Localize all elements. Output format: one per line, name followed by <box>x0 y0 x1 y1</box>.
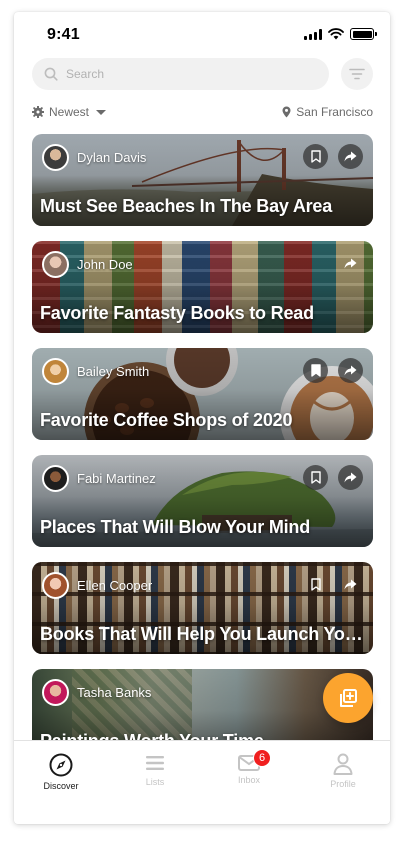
tab-label: Inbox <box>237 775 261 785</box>
list-icon <box>146 756 164 770</box>
share-button[interactable] <box>338 144 363 169</box>
tab-inbox[interactable]: 6 Inbox <box>202 741 296 824</box>
location-label: San Francisco <box>296 105 373 119</box>
add-note-icon <box>340 689 357 707</box>
bottom-nav: Discover Lists 6 Inbox Profile <box>14 740 390 824</box>
share-arrow-icon <box>344 258 357 269</box>
card-actions <box>338 251 363 276</box>
card-author[interactable]: Dylan Davis <box>42 144 146 171</box>
filter-button[interactable] <box>341 58 373 90</box>
phone-screen: 9:41 Search Newest San Francisco Dylan D… <box>14 12 390 824</box>
card-author[interactable]: Ellen Cooper <box>42 572 152 599</box>
share-button[interactable] <box>338 465 363 490</box>
avatar <box>42 144 69 171</box>
card-title: Must See Beaches In The Bay Area <box>40 196 333 216</box>
author-name: Ellen Cooper <box>77 578 153 593</box>
bookmark-button[interactable] <box>303 572 328 597</box>
sort-label: Newest <box>49 105 90 119</box>
share-arrow-icon <box>344 151 357 162</box>
author-name: John Doe <box>77 257 133 272</box>
author-name: Dylan Davis <box>77 150 147 165</box>
search-input[interactable] <box>66 67 306 81</box>
sort-row: Newest San Francisco <box>32 103 373 121</box>
share-arrow-icon <box>344 472 357 483</box>
status-bar: 9:41 <box>14 12 390 56</box>
location-selector[interactable]: San Francisco <box>282 105 373 119</box>
list-card[interactable]: Bailey Smith Favorite Coffee Shops of 20… <box>32 348 373 440</box>
card-author[interactable]: Fabi Martinez <box>42 465 156 492</box>
share-arrow-icon <box>344 365 357 376</box>
list-card[interactable]: Tasha Banks Paintings Worth Your Time <box>32 669 373 740</box>
tab-label: Discover <box>43 781 79 791</box>
tab-discover[interactable]: Discover <box>14 741 108 824</box>
bookmark-icon <box>310 471 321 484</box>
notification-badge: 6 <box>253 749 271 767</box>
card-author[interactable]: Tasha Banks <box>42 679 151 706</box>
list-card[interactable]: John Doe Favorite Fantasty Books to Read <box>32 241 373 333</box>
tab-label: Lists <box>145 777 165 787</box>
avatar <box>42 465 69 492</box>
wifi-icon <box>328 28 344 40</box>
gear-icon <box>32 106 44 118</box>
card-author[interactable]: John Doe <box>42 251 133 278</box>
avatar <box>42 358 69 385</box>
card-author[interactable]: Bailey Smith <box>42 358 149 385</box>
bookmark-button[interactable] <box>303 144 328 169</box>
card-actions <box>303 358 363 383</box>
author-name: Fabi Martinez <box>77 471 156 486</box>
card-actions <box>303 465 363 490</box>
status-icons <box>304 28 377 40</box>
card-title: Favorite Fantasty Books to Read <box>40 303 314 323</box>
add-list-button[interactable] <box>323 673 373 723</box>
share-button[interactable] <box>338 251 363 276</box>
bookmark-icon <box>310 150 321 163</box>
chevron-down-icon <box>96 109 107 115</box>
card-actions <box>303 144 363 169</box>
avatar <box>42 251 69 278</box>
list-feed: Dylan Davis Must See Beaches In The Bay … <box>32 134 373 740</box>
search-icon <box>44 67 58 81</box>
tab-lists[interactable]: Lists <box>108 741 202 824</box>
list-card[interactable]: Ellen Cooper Books That Will Help You La… <box>32 562 373 654</box>
author-name: Bailey Smith <box>77 364 150 379</box>
bookmark-button[interactable] <box>303 465 328 490</box>
share-arrow-icon <box>344 579 357 590</box>
card-actions <box>303 572 363 597</box>
share-button[interactable] <box>338 358 363 383</box>
person-icon <box>333 753 353 775</box>
share-button[interactable] <box>338 572 363 597</box>
sort-dropdown[interactable]: Newest <box>32 105 107 119</box>
author-name: Tasha Banks <box>77 685 152 700</box>
tab-profile[interactable]: Profile <box>296 741 390 824</box>
compass-icon <box>49 753 73 777</box>
signal-icon <box>304 28 322 40</box>
location-pin-icon <box>282 106 291 118</box>
card-title: Paintings Worth Your Time <box>40 731 367 740</box>
search-bar[interactable] <box>32 58 329 90</box>
bookmark-filled-icon <box>310 364 321 377</box>
status-time: 9:41 <box>47 26 80 43</box>
battery-icon <box>350 28 377 40</box>
card-title: Books That Will Help You Launch Your Car… <box>40 624 367 644</box>
tab-label: Profile <box>330 779 356 789</box>
card-title: Favorite Coffee Shops of 2020 <box>40 410 293 430</box>
list-card[interactable]: Dylan Davis Must See Beaches In The Bay … <box>32 134 373 226</box>
list-card[interactable]: Fabi Martinez Places That Will Blow Your… <box>32 455 373 547</box>
bookmark-button[interactable] <box>303 358 328 383</box>
card-title: Places That Will Blow Your Mind <box>40 517 311 537</box>
avatar <box>42 572 69 599</box>
bookmark-icon <box>310 578 321 591</box>
avatar <box>42 679 69 706</box>
filter-icon <box>349 68 365 80</box>
